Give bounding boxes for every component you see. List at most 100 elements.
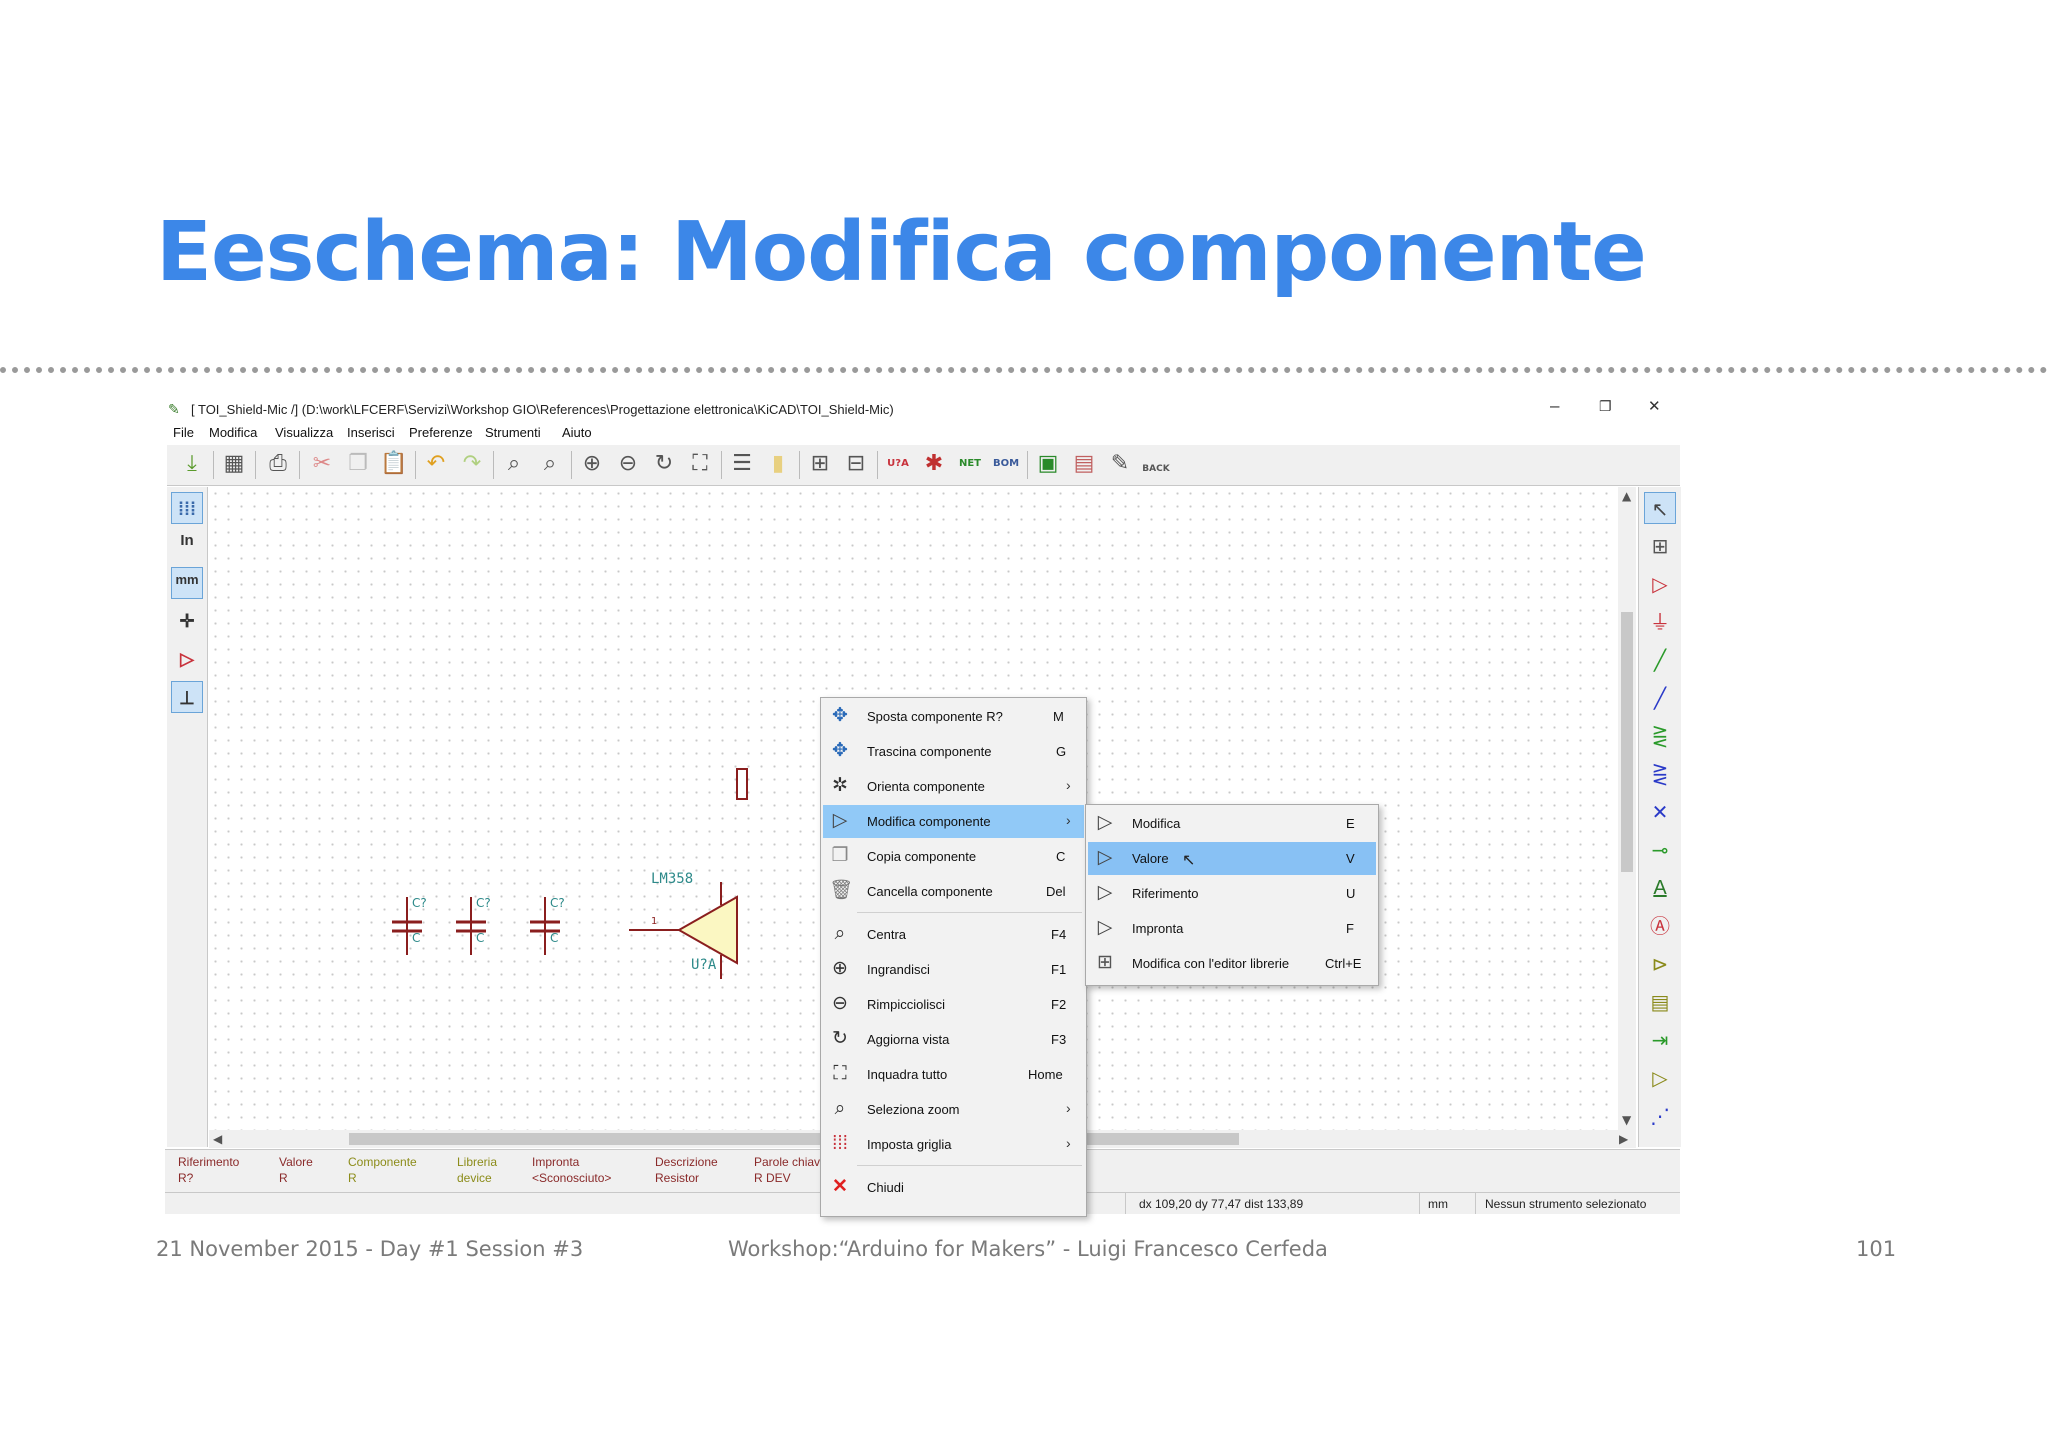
units-inch-button[interactable]: In — [171, 529, 203, 561]
redraw-icon: ↻ — [832, 1028, 848, 1049]
footer-date: 21 November 2015 - Day #1 Session #3 — [156, 1237, 584, 1261]
info-component: Componente R — [348, 1155, 417, 1185]
grid-toggle-icon[interactable]: ⁞⁞⁞ — [171, 492, 203, 524]
hidden-pins-icon[interactable]: ▷ — [171, 643, 203, 675]
library-browser-icon[interactable]: ⊟ — [841, 449, 871, 479]
print-icon[interactable]: ⎙ — [263, 449, 293, 479]
net-label-icon[interactable]: A — [1644, 872, 1676, 904]
hierarchical-sheet-icon[interactable]: ▤ — [1644, 986, 1676, 1018]
menu-item-set-grid[interactable]: ⁞⁞⁞ Imposta griglia › — [823, 1128, 1084, 1161]
page-settings-icon[interactable]: ▦ — [219, 449, 249, 479]
menu-item-zoom-out[interactable]: ⊖ Rimpicciolisci F2 — [823, 988, 1084, 1021]
place-component-icon[interactable]: ▷ — [1644, 568, 1676, 600]
hierarchical-label-icon[interactable]: ⊳ — [1644, 948, 1676, 980]
menu-visualizza[interactable]: Visualizza — [275, 425, 333, 440]
menu-item-orient-component[interactable]: ✲ Orienta componente › — [823, 770, 1084, 803]
minimize-button[interactable]: – — [1550, 396, 1559, 416]
move-icon: ✥ — [832, 705, 848, 726]
menu-item-close[interactable]: ✕ Chiudi — [823, 1171, 1084, 1204]
no-connect-icon[interactable]: ✕ — [1644, 796, 1676, 828]
highlight-net-icon[interactable]: ⊞ — [1644, 530, 1676, 562]
horizontal-scroll-thumb[interactable] — [349, 1133, 1239, 1145]
menu-item-move-component[interactable]: ✥ Sposta componente R? M — [823, 700, 1084, 733]
menu-item-redraw[interactable]: ↻ Aggiorna vista F3 — [823, 1023, 1084, 1056]
netlist-button[interactable]: NET — [955, 449, 985, 479]
erc-icon[interactable]: ✱ — [919, 449, 949, 479]
library-editor-icon[interactable]: ⊞ — [805, 449, 835, 479]
vertical-scroll-thumb[interactable] — [1621, 612, 1633, 872]
bus-entry-icon[interactable]: ⋛ — [1644, 758, 1676, 790]
edit-footprint-icon: ▷ — [1097, 917, 1113, 938]
hierarchy-navigator-icon[interactable]: ☰ — [727, 449, 757, 479]
close-button[interactable]: ✕ — [1648, 397, 1661, 415]
scroll-up-icon[interactable]: ▲ — [1622, 489, 1631, 503]
menu-modifica[interactable]: Modifica — [209, 425, 257, 440]
import-sheet-pin-icon[interactable]: ⇥ — [1644, 1024, 1676, 1056]
orient-icon: ✲ — [832, 775, 848, 796]
menu-file[interactable]: File — [173, 425, 194, 440]
copy-icon[interactable]: ❐ — [343, 449, 373, 479]
find-icon[interactable]: ⌕ — [499, 449, 529, 479]
menu-item-drag-component[interactable]: ✥ Trascina componente G — [823, 735, 1084, 768]
menu-strumenti[interactable]: Strumenti — [485, 425, 541, 440]
sheet-pin-icon[interactable]: ▷ — [1644, 1062, 1676, 1094]
scroll-left-icon[interactable]: ◀ — [213, 1132, 222, 1146]
footer-workshop: Workshop:“Arduino for Makers” - Luigi Fr… — [728, 1237, 1328, 1261]
submenu-item-edit[interactable]: ▷ Modifica E — [1088, 807, 1376, 840]
submenu-item-library-editor[interactable]: ⊞ Modifica con l'editor librerie Ctrl+E — [1088, 947, 1376, 980]
menu-item-center[interactable]: ⌕ Centra F4 — [823, 918, 1084, 951]
cursor-shape-icon[interactable]: ✛ — [171, 605, 203, 637]
menu-item-select-zoom[interactable]: ⌕ Seleziona zoom › — [823, 1093, 1084, 1126]
zoom-fit-icon: ⛶ — [833, 1063, 847, 1084]
junction-icon[interactable]: ⊸ — [1644, 834, 1676, 866]
select-tool-icon[interactable]: ↖ — [1644, 492, 1676, 524]
pcbnew-icon[interactable]: ▤ — [1069, 449, 1099, 479]
vertical-scrollbar[interactable]: ▲ ▼ — [1618, 487, 1636, 1130]
cut-icon[interactable]: ✂ — [307, 449, 337, 479]
cvpcb-icon[interactable]: ▣ — [1033, 449, 1063, 479]
context-menu: ✥ Sposta componente R? M ✥ Trascina comp… — [820, 697, 1087, 1217]
graphic-line-icon[interactable]: ⋰ — [1644, 1100, 1676, 1132]
orthogonal-wires-icon[interactable]: ⊥ — [171, 681, 203, 713]
resistor-symbol-partial[interactable] — [736, 768, 748, 800]
units-mm-button[interactable]: mm — [171, 567, 203, 599]
menu-item-zoom-in[interactable]: ⊕ Ingrandisci F1 — [823, 953, 1084, 986]
redraw-icon[interactable]: ↻ — [649, 449, 679, 479]
menu-item-copy-component[interactable]: ❐ Copia componente C — [823, 840, 1084, 873]
leave-sheet-icon[interactable]: ▮ — [763, 449, 793, 479]
bom-button[interactable]: BOM — [991, 449, 1021, 479]
menu-item-delete-component[interactable]: 🗑 Cancella componente Del — [823, 875, 1084, 908]
menu-aiuto[interactable]: Aiuto — [562, 425, 592, 440]
redo-icon[interactable]: ↷ — [457, 449, 487, 479]
zoom-in-icon[interactable]: ⊕ — [577, 449, 607, 479]
menu-item-zoom-fit[interactable]: ⛶ Inquadra tutto Home — [823, 1058, 1084, 1091]
submenu-item-reference[interactable]: ▷ Riferimento U — [1088, 877, 1376, 910]
find-replace-icon[interactable]: ⌕ — [535, 449, 565, 479]
menu-separator — [857, 912, 1082, 913]
undo-icon[interactable]: ↶ — [421, 449, 451, 479]
global-label-icon[interactable]: Ⓐ — [1644, 910, 1676, 942]
submenu-item-footprint[interactable]: ▷ Impronta F — [1088, 912, 1376, 945]
back-annotate-button[interactable]: BACK — [1141, 449, 1171, 479]
paste-icon[interactable]: 📋 — [379, 449, 409, 479]
submenu-item-value[interactable]: ▷ Valore V ↖ — [1088, 842, 1376, 875]
restore-button[interactable]: ❐ — [1599, 398, 1612, 415]
place-power-icon[interactable]: ⏚ — [1644, 606, 1676, 638]
copy-component-icon: ❐ — [831, 845, 849, 866]
menu-inserisci[interactable]: Inserisci — [347, 425, 395, 440]
zoom-out-icon[interactable]: ⊖ — [613, 449, 643, 479]
annotate-button[interactable]: U?A — [883, 449, 913, 479]
scroll-right-icon[interactable]: ▶ — [1619, 1132, 1628, 1146]
scroll-down-icon[interactable]: ▼ — [1622, 1113, 1631, 1127]
menu-preferenze[interactable]: Preferenze — [409, 425, 473, 440]
opamp-symbol[interactable] — [629, 882, 738, 979]
place-wire-icon[interactable]: ╱ — [1644, 644, 1676, 676]
info-keywords: Parole chiav R DEV — [754, 1155, 821, 1185]
edit-fields-icon[interactable]: ✎ — [1105, 449, 1135, 479]
save-icon[interactable]: ⤓ — [177, 449, 207, 479]
wire-entry-icon[interactable]: ⋛ — [1644, 720, 1676, 752]
zoom-fit-icon[interactable]: ⛶ — [685, 449, 715, 479]
place-bus-icon[interactable]: ╱ — [1644, 682, 1676, 714]
window-titlebar: ✎ [ TOI_Shield-Mic /] (D:\work\LFCERF\Se… — [165, 395, 1680, 421]
menu-item-edit-component[interactable]: ▷ Modifica componente › — [823, 805, 1084, 838]
